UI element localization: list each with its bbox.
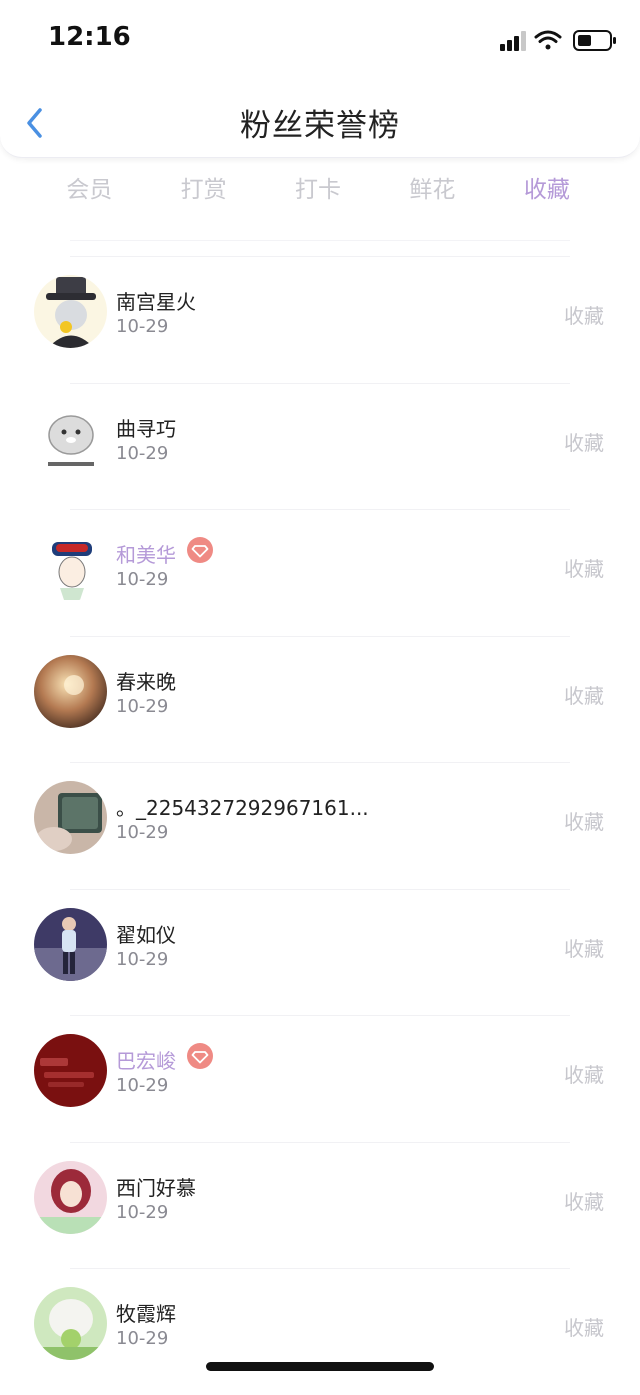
fan-list: 南宫星火 10-29 收藏 曲寻巧 10-29 收藏 和美华 10-29 收藏 … [0, 256, 640, 1395]
avatar[interactable] [34, 654, 107, 728]
list-item[interactable]: 春来晚 10-29 收藏 [0, 635, 640, 763]
fan-name: 翟如仪 [116, 922, 176, 947]
fan-date: 10-29 [116, 442, 169, 464]
vip-diamond-icon [187, 1043, 213, 1069]
favorite-label: 收藏 [564, 557, 604, 581]
list-item[interactable]: 和美华 10-29 收藏 [0, 509, 640, 636]
row-divider [70, 256, 570, 257]
status-time: 12:16 [48, 22, 131, 52]
tabs-divider [70, 240, 570, 241]
avatar[interactable] [34, 1287, 107, 1360]
favorite-label: 收藏 [564, 936, 604, 961]
avatar[interactable] [34, 907, 107, 981]
favorite-label: 收藏 [564, 304, 604, 328]
list-item[interactable]: 。_2254327292967161... 10-29 收藏 [0, 762, 640, 889]
list-item[interactable]: 曲寻巧 10-29 收藏 [0, 382, 640, 510]
page-title: 粉丝荣誉榜 [240, 108, 400, 144]
fan-name: 南宫星火 [116, 290, 196, 314]
favorite-label: 收藏 [564, 1316, 604, 1340]
fan-name: 西门好慕 [116, 1175, 196, 1200]
row-divider [70, 1268, 570, 1269]
avatar[interactable] [34, 401, 107, 475]
wifi-icon [534, 30, 562, 50]
signal-icon [500, 31, 526, 51]
fan-date: 10-29 [116, 1328, 169, 1349]
favorite-label: 收藏 [564, 430, 604, 455]
avatar[interactable] [34, 275, 107, 348]
tab-member[interactable]: 会员 [32, 168, 146, 218]
fan-date: 10-29 [116, 822, 169, 843]
status-icons [500, 30, 616, 51]
tab-checkin[interactable]: 打卡 [261, 168, 375, 218]
row-divider [70, 635, 570, 637]
row-divider [70, 509, 570, 510]
avatar[interactable] [34, 781, 107, 854]
row-divider [70, 888, 570, 890]
home-indicator[interactable] [206, 1362, 434, 1371]
list-item[interactable]: 牧霞辉 10-29 收藏 [0, 1268, 640, 1395]
battery-icon [573, 30, 616, 51]
list-item[interactable]: 西门好慕 10-29 收藏 [0, 1141, 640, 1269]
list-item[interactable]: 巴宏峻 10-29 收藏 [0, 1015, 640, 1142]
row-divider [70, 382, 570, 384]
vip-diamond-icon [187, 537, 213, 563]
fan-date: 10-29 [116, 948, 169, 970]
fan-name: 春来晚 [116, 669, 176, 694]
fan-date: 10-29 [116, 695, 169, 717]
row-divider [70, 762, 570, 763]
favorite-label: 收藏 [564, 810, 604, 834]
avatar[interactable] [34, 1034, 107, 1107]
fan-name: 和美华 [116, 543, 176, 567]
fan-date: 10-29 [116, 569, 169, 590]
tab-favorite[interactable]: 收藏 [490, 168, 604, 218]
fan-name: 曲寻巧 [116, 416, 176, 441]
favorite-label: 收藏 [564, 683, 604, 708]
avatar[interactable] [34, 528, 107, 601]
fan-name: 巴宏峻 [116, 1049, 176, 1073]
fan-date: 10-29 [116, 1201, 169, 1223]
fan-name: 牧霞辉 [116, 1302, 176, 1326]
row-divider [70, 1015, 570, 1016]
tab-bar: 会员 打赏 打卡 鲜花 收藏 [32, 168, 604, 218]
tab-flower[interactable]: 鲜花 [375, 168, 489, 218]
list-item[interactable]: 翟如仪 10-29 收藏 [0, 888, 640, 1016]
row-divider [70, 1141, 570, 1143]
fan-name: 。_2254327292967161... [116, 796, 369, 820]
fan-date: 10-29 [116, 1075, 169, 1096]
list-item[interactable]: 南宫星火 10-29 收藏 [0, 256, 640, 383]
header: 12:16 粉丝荣誉榜 [0, 0, 640, 158]
fan-date: 10-29 [116, 316, 169, 337]
favorite-label: 收藏 [564, 1189, 604, 1214]
tab-reward[interactable]: 打赏 [146, 168, 260, 218]
favorite-label: 收藏 [564, 1063, 604, 1087]
avatar[interactable] [34, 1160, 107, 1234]
